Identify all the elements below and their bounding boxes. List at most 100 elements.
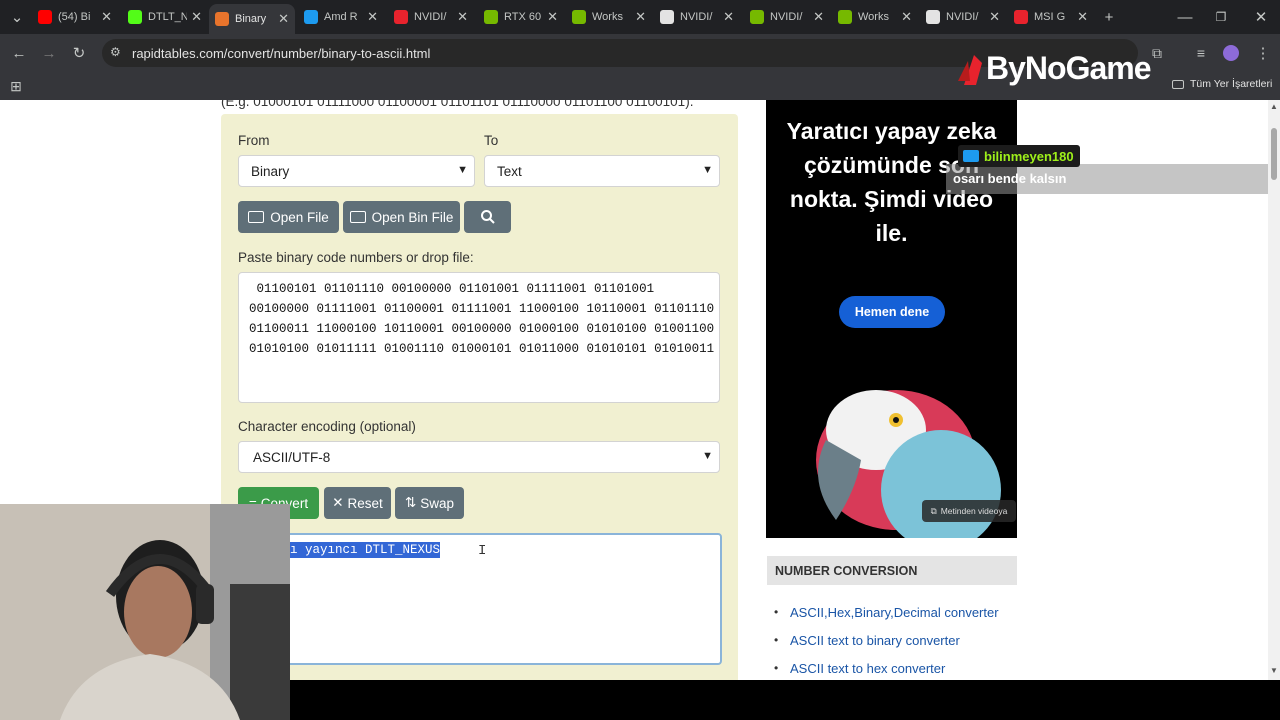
- tab-close-icon[interactable]: ✕: [901, 9, 912, 25]
- tab[interactable]: NVIDI/ ✕: [654, 4, 740, 30]
- tab-title: NVIDI/: [414, 11, 447, 23]
- sidebar-link[interactable]: ASCII text to hex converter: [774, 661, 945, 676]
- open-bin-file-button[interactable]: Open Bin File: [343, 201, 460, 233]
- tab-close-icon[interactable]: ✕: [547, 9, 558, 25]
- tab[interactable]: NVIDI/ ✕: [920, 4, 1006, 30]
- close-icon: ✕: [332, 495, 344, 510]
- reset-label: Reset: [347, 495, 383, 511]
- ad-badge-label: Metinden videoya: [940, 506, 1008, 516]
- tab-close-icon[interactable]: ✕: [278, 11, 289, 27]
- tab-close-icon[interactable]: ✕: [813, 9, 824, 25]
- sidebar-link[interactable]: ASCII,Hex,Binary,Decimal converter: [774, 605, 999, 620]
- all-bookmarks-label: Tüm Yer İşaretleri: [1190, 78, 1273, 90]
- encoding-label: Character encoding (optional): [238, 419, 416, 434]
- tab[interactable]: Works ✕: [832, 4, 918, 30]
- tab-close-icon[interactable]: ✕: [1077, 9, 1088, 25]
- binary-input[interactable]: 01100101 01101110 00100000 01101001 0111…: [238, 272, 720, 403]
- tab-title: Binary: [235, 13, 267, 25]
- new-tab-icon[interactable]: +: [1096, 4, 1122, 30]
- tab-close-icon[interactable]: ✕: [101, 9, 112, 25]
- search-icon: [480, 210, 495, 224]
- open-file-button[interactable]: Open File: [238, 201, 339, 233]
- media-icon[interactable]: ≡: [1188, 40, 1214, 66]
- tab-favicon-icon: [304, 10, 318, 24]
- url-text: rapidtables.com/convert/number/binary-to…: [132, 45, 431, 61]
- scroll-down-icon[interactable]: ▼: [1270, 666, 1278, 675]
- open-file-label: Open File: [270, 209, 329, 225]
- from-label: From: [238, 133, 270, 148]
- scrollbar-thumb[interactable]: [1271, 128, 1277, 180]
- tab[interactable]: MSI G ✕: [1008, 4, 1094, 30]
- restore-icon[interactable]: ❐: [1208, 4, 1234, 30]
- binary-line: 01100101 01101110 00100000 01101001 0111…: [249, 282, 655, 296]
- page-scrollbar[interactable]: ▲ ▼: [1268, 100, 1280, 680]
- to-label: To: [484, 133, 499, 148]
- ad-cta-button[interactable]: Hemen dene: [839, 296, 945, 328]
- tab-title: Works: [592, 11, 623, 23]
- tab[interactable]: (54) Bi ✕: [32, 4, 118, 30]
- encoding-select[interactable]: ASCII/UTF-8 ▼: [238, 441, 720, 473]
- browser-chrome: ⌄ (54) Bi ✕ DTLT_N ✕ Binary ✕ Amd R ✕ NVIDI/✕ RTX…: [0, 0, 1280, 100]
- chevron-down-icon: ▼: [457, 164, 468, 176]
- tab-close-icon[interactable]: ✕: [635, 9, 646, 25]
- tab-title: MSI G: [1034, 11, 1066, 23]
- tab-title: Amd R: [324, 11, 358, 23]
- tab[interactable]: Works ✕: [566, 4, 652, 30]
- tab[interactable]: Binary ✕: [209, 4, 295, 34]
- close-window-icon[interactable]: ✕: [1248, 4, 1274, 30]
- scroll-up-icon[interactable]: ▲: [1270, 102, 1278, 111]
- menu-icon[interactable]: ⋮: [1250, 40, 1276, 66]
- tab[interactable]: NVIDI/ ✕: [388, 4, 474, 30]
- text-output[interactable]: ı yayıncı DTLT_NEXUS I: [238, 533, 722, 665]
- tab-close-icon[interactable]: ✕: [367, 9, 378, 25]
- tab-search-icon[interactable]: ⌄: [4, 4, 30, 30]
- tab-favicon-icon: [394, 10, 408, 24]
- example-text: (E.g. 01000101 01111000 01100001 0110110…: [221, 100, 694, 109]
- tab-favicon-icon: [838, 10, 852, 24]
- tab-favicon-icon: [750, 10, 764, 24]
- tab-close-icon[interactable]: ✕: [989, 9, 1000, 25]
- encoding-select-value: ASCII/UTF-8: [253, 449, 331, 465]
- binary-line: 01010100 01011111 01001110 01000101 0101…: [249, 342, 715, 356]
- tab-favicon-icon: [38, 10, 52, 24]
- tab-title: (54) Bi: [58, 11, 91, 23]
- tab-close-icon[interactable]: ✕: [457, 9, 468, 25]
- search-button[interactable]: [464, 201, 511, 233]
- sidebar-link[interactable]: ASCII text to binary converter: [774, 633, 960, 648]
- swap-icon: ⇅: [404, 495, 417, 510]
- tab[interactable]: RTX 60 ✕: [478, 4, 564, 30]
- reset-button[interactable]: ✕ Reset: [324, 487, 391, 519]
- swap-label: Swap: [420, 495, 455, 511]
- forward-icon[interactable]: →: [36, 40, 62, 66]
- tab[interactable]: NVIDI/ ✕: [744, 4, 830, 30]
- profile-icon[interactable]: [1218, 40, 1244, 66]
- to-select[interactable]: Text ▼: [484, 155, 720, 187]
- flame-logo-icon: [958, 54, 982, 85]
- tab-strip: ⌄ (54) Bi ✕ DTLT_N ✕ Binary ✕ Amd R ✕ NVIDI/✕ RTX…: [0, 0, 1280, 34]
- tab-close-icon[interactable]: ✕: [723, 9, 734, 25]
- minimize-icon[interactable]: —: [1172, 4, 1198, 30]
- reload-icon[interactable]: ↻: [66, 40, 92, 66]
- chevron-down-icon: ▼: [702, 450, 713, 462]
- tab-close-icon[interactable]: ✕: [191, 9, 202, 25]
- from-select[interactable]: Binary ▼: [238, 155, 475, 187]
- text-cursor-icon: I: [478, 543, 487, 559]
- from-select-value: Binary: [251, 163, 290, 179]
- swap-button[interactable]: ⇅ Swap: [395, 487, 464, 519]
- apps-icon[interactable]: ⊞: [3, 73, 29, 99]
- ad-badge[interactable]: ⧉ Metinden videoya: [922, 500, 1016, 522]
- output-text: ı yayıncı DTLT_NEXUS: [290, 542, 441, 558]
- tab-favicon-icon: [215, 12, 229, 26]
- back-icon[interactable]: ←: [6, 40, 32, 66]
- binary-line: 01100011 11000100 10110001 00100000 0100…: [249, 322, 715, 336]
- tab[interactable]: DTLT_N ✕: [122, 4, 208, 30]
- chat-message: osarı bende kalsın: [953, 171, 1067, 186]
- sidebar-section-title: NUMBER CONVERSION: [767, 556, 1017, 585]
- game-badge-icon: [963, 150, 979, 162]
- open-bin-file-label: Open Bin File: [371, 209, 454, 225]
- external-link-icon: ⧉: [930, 505, 937, 516]
- site-info-icon[interactable]: ⚙: [110, 45, 121, 59]
- bynogame-logo: ByNoGame: [956, 50, 1151, 87]
- all-bookmarks[interactable]: Tüm Yer İşaretleri: [1172, 78, 1272, 90]
- tab[interactable]: Amd R ✕: [298, 4, 384, 30]
